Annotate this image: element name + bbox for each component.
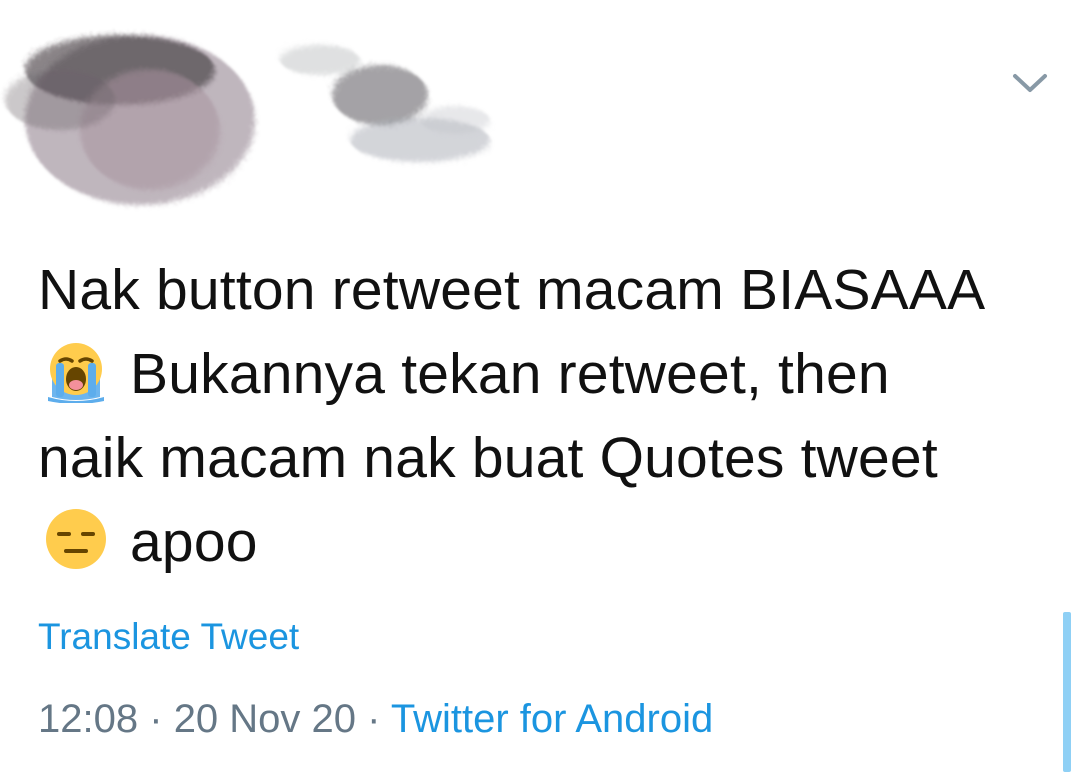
- loudly-crying-face-icon: [48, 343, 104, 403]
- tweet-text-part-2: Bukannya tekan retweet, then naik macam …: [38, 342, 938, 490]
- tweet-text-part-1: Nak button retweet macam BIASAAA: [38, 258, 983, 322]
- expressionless-face-icon: [46, 509, 106, 569]
- tweet-source-link[interactable]: Twitter for Android: [391, 697, 713, 741]
- meta-separator: ·: [149, 697, 163, 741]
- tweet-detail-view: Nak button retweet macam BIASAAA Bukanny…: [0, 0, 1076, 772]
- scrollbar[interactable]: [1063, 612, 1071, 772]
- tweet-text: Nak button retweet macam BIASAAA Bukanny…: [38, 248, 998, 584]
- tweet-meta: 12:08 · 20 Nov 20 · Twitter for Android: [38, 694, 713, 744]
- translate-tweet-link[interactable]: Translate Tweet: [38, 614, 299, 660]
- redacted-author-area: [5, 35, 490, 205]
- meta-separator: ·: [367, 697, 381, 741]
- tweet-text-part-3: apoo: [114, 510, 258, 574]
- tweet-date: 20 Nov 20: [173, 697, 357, 741]
- tweet-time: 12:08: [38, 697, 139, 741]
- chevron-down-icon[interactable]: [1010, 68, 1050, 98]
